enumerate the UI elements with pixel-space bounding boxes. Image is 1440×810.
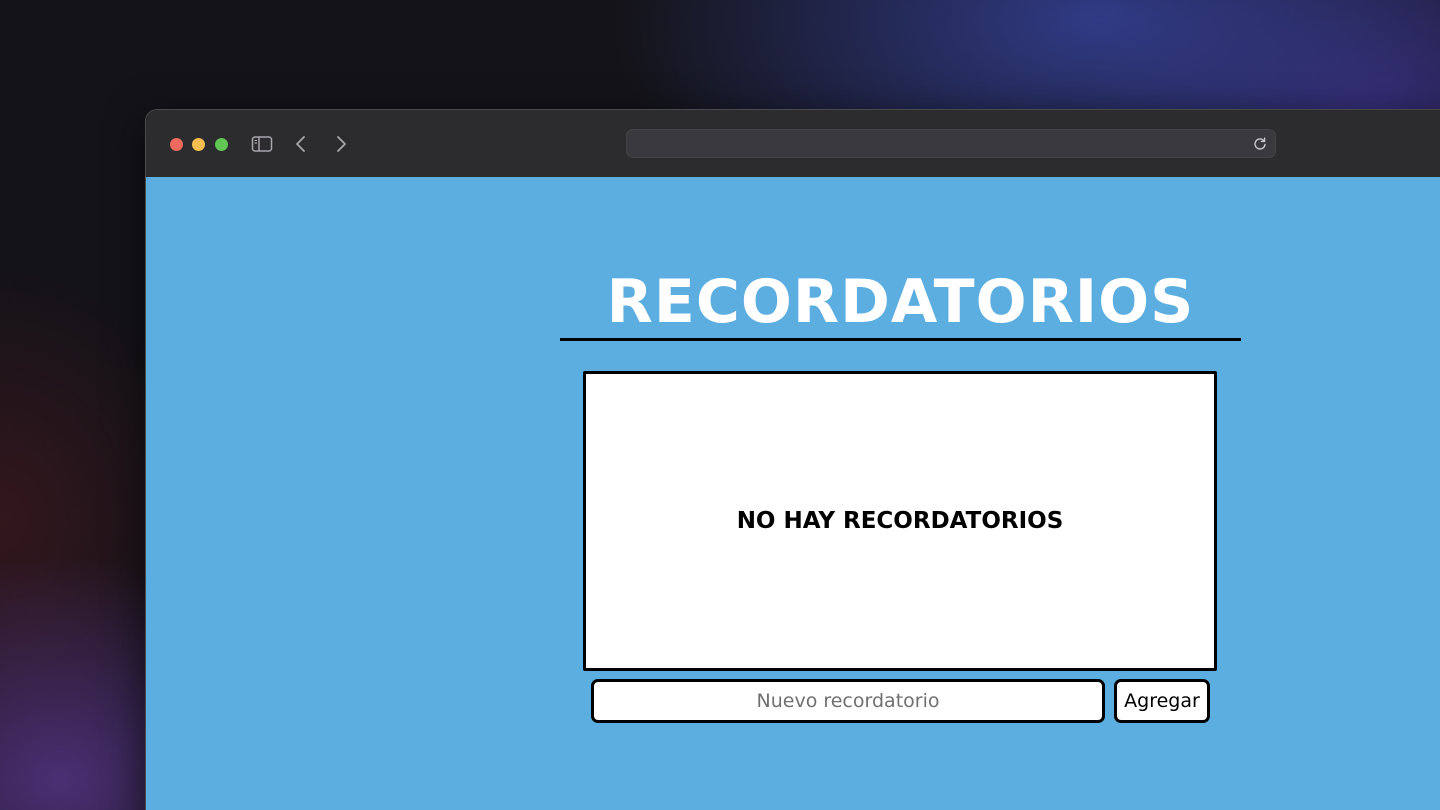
add-reminder-button[interactable]: Agregar [1114,679,1210,723]
sidebar-icon[interactable] [250,132,274,156]
page-viewport: RECORDATORIOS NO HAY RECORDATORIOS Agreg… [146,177,1440,810]
close-window-button[interactable] [170,138,183,151]
chevron-right-icon[interactable] [329,132,353,156]
maximize-window-button[interactable] [215,138,228,151]
reload-icon[interactable] [1252,136,1268,152]
browser-titlebar [146,110,1440,178]
address-bar[interactable] [626,129,1276,158]
minimize-window-button[interactable] [192,138,205,151]
chevron-left-icon[interactable] [289,132,313,156]
empty-state-message: NO HAY RECORDATORIOS [736,508,1064,534]
new-reminder-input[interactable] [591,679,1105,723]
reminders-list: NO HAY RECORDATORIOS [583,371,1217,671]
page-title: RECORDATORIOS [606,267,1195,337]
browser-window: RECORDATORIOS NO HAY RECORDATORIOS Agreg… [145,109,1440,810]
title-underline [560,338,1241,341]
